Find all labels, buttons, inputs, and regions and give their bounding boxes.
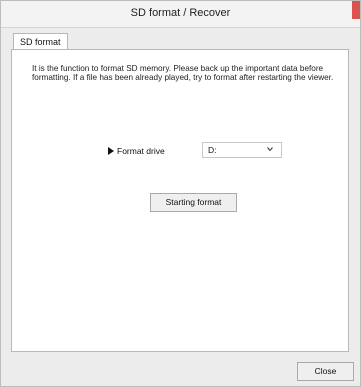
- format-drive-label: Format drive: [117, 146, 165, 156]
- drive-select[interactable]: D:: [202, 142, 282, 158]
- close-icon[interactable]: [352, 1, 360, 19]
- format-drive-row: Format drive: [108, 146, 165, 156]
- sd-format-window: SD format / Recover SD format It is the …: [0, 0, 361, 387]
- starting-format-button[interactable]: Starting format: [150, 193, 237, 212]
- sd-format-panel: It is the function to format SD memory. …: [11, 49, 349, 352]
- close-button[interactable]: Close: [297, 362, 354, 381]
- tab-sd-format[interactable]: SD format: [13, 33, 68, 50]
- drive-select-value: D:: [208, 145, 217, 155]
- description-text: It is the function to format SD memory. …: [32, 64, 334, 82]
- chevron-down-icon: [267, 147, 273, 152]
- right-triangle-icon: [108, 146, 114, 155]
- title-bar: SD format / Recover: [1, 1, 360, 28]
- window-title: SD format / Recover: [130, 7, 231, 19]
